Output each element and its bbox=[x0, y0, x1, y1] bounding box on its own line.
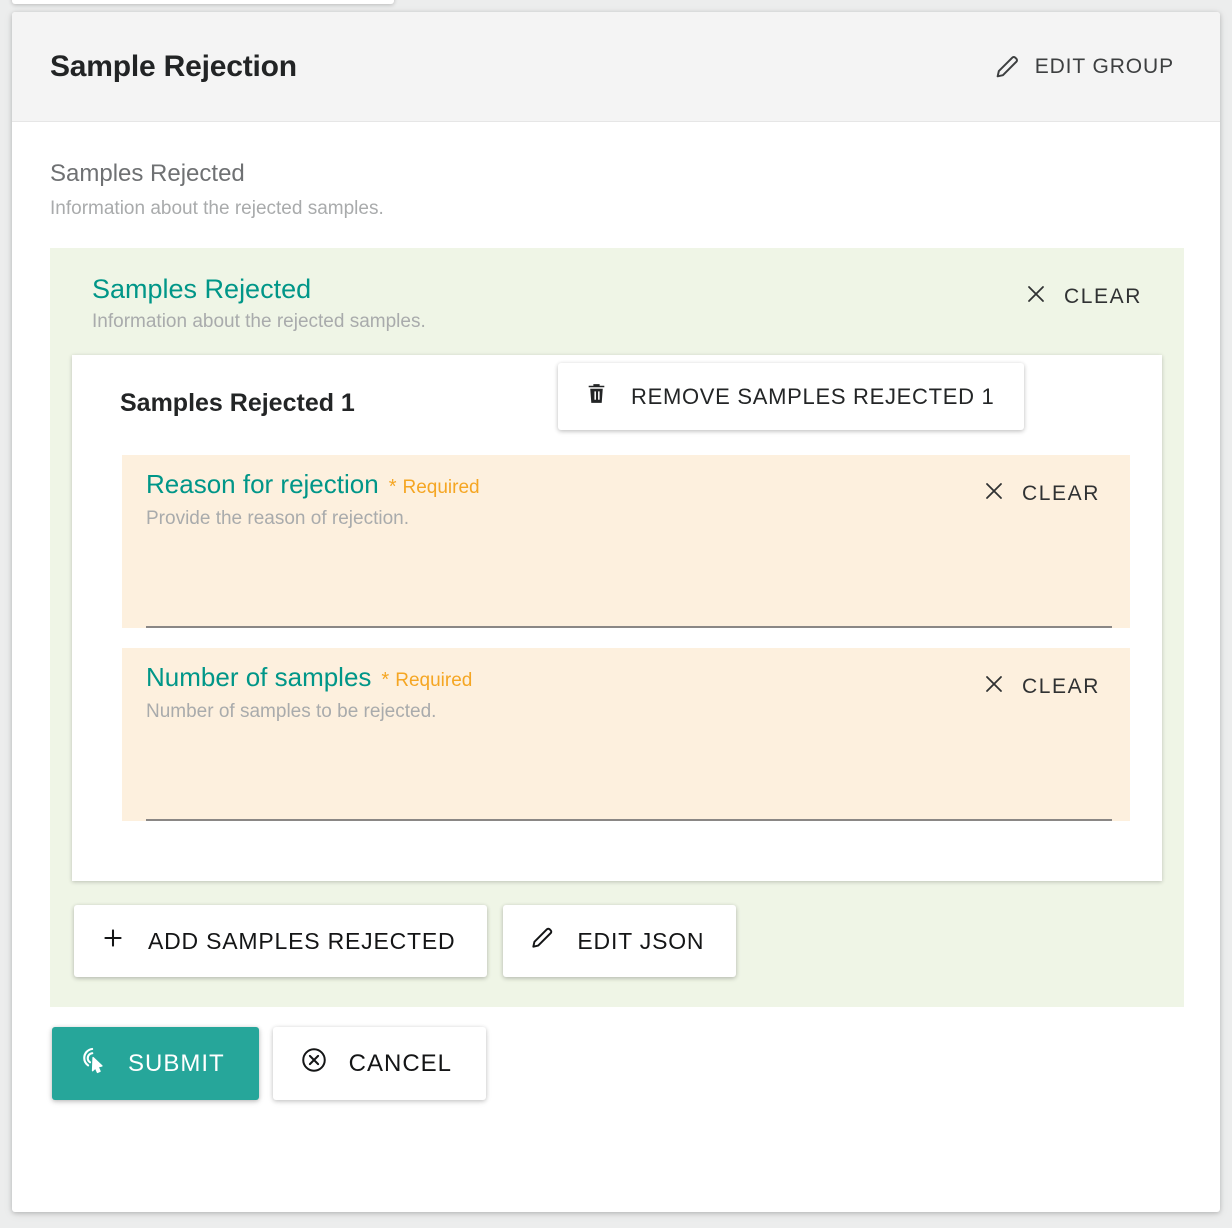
form-actions: SUBMIT CANCEL bbox=[50, 1007, 1184, 1100]
field-label-wrap: Number of samples * Required Number of s… bbox=[146, 662, 472, 723]
field-header: Number of samples * Required Number of s… bbox=[146, 662, 1112, 723]
cancel-circle-icon bbox=[299, 1045, 329, 1082]
close-icon bbox=[982, 672, 1006, 702]
pencil-icon bbox=[993, 53, 1021, 81]
edit-group-label: EDIT GROUP bbox=[1034, 54, 1174, 78]
field-clear-label: CLEAR bbox=[1021, 675, 1100, 698]
trash-icon bbox=[584, 381, 609, 412]
required-text: Required bbox=[395, 670, 473, 691]
panel-header-text: Samples Rejected Information about the r… bbox=[92, 274, 426, 333]
pencil-icon bbox=[529, 925, 555, 957]
field-label: Number of samples bbox=[146, 662, 372, 692]
panel-header: Samples Rejected Information about the r… bbox=[72, 270, 1162, 333]
close-icon bbox=[982, 479, 1006, 509]
edit-json-label: EDIT JSON bbox=[577, 927, 705, 954]
field-clear-button-reason[interactable]: CLEAR bbox=[970, 473, 1112, 515]
field-label-row: Number of samples * Required bbox=[146, 662, 472, 693]
sample-rejection-card: Sample Rejection EDIT GROUP Samples Reje… bbox=[12, 12, 1220, 1212]
field-reason-for-rejection: Reason for rejection * Required Provide … bbox=[122, 455, 1130, 628]
add-samples-rejected-button[interactable]: ADD SAMPLES REJECTED bbox=[74, 905, 488, 977]
item-header: Samples Rejected 1 REMOVE SAMPLES REJECT… bbox=[100, 363, 1134, 455]
background-card-edge bbox=[12, 0, 394, 4]
remove-samples-rejected-button[interactable]: REMOVE SAMPLES REJECTED 1 bbox=[558, 363, 1025, 430]
reason-for-rejection-input[interactable] bbox=[146, 588, 1112, 628]
card-header: Sample Rejection EDIT GROUP bbox=[12, 12, 1220, 122]
required-text: Required bbox=[402, 477, 480, 498]
field-label-row: Reason for rejection * Required bbox=[146, 469, 480, 500]
add-samples-rejected-label: ADD SAMPLES REJECTED bbox=[148, 927, 456, 954]
submit-label: SUBMIT bbox=[128, 1049, 225, 1077]
plus-icon bbox=[100, 925, 126, 957]
field-description: Provide the reason of rejection. bbox=[146, 508, 409, 529]
cancel-button[interactable]: CANCEL bbox=[272, 1027, 487, 1100]
form-actions-wrap: SUBMIT CANCEL bbox=[12, 1007, 1220, 1100]
touch-app-icon bbox=[78, 1045, 108, 1082]
panel-title: Samples Rejected bbox=[92, 274, 312, 304]
required-star: * bbox=[381, 669, 390, 691]
group-title: Samples Rejected bbox=[50, 160, 245, 187]
submit-button[interactable]: SUBMIT bbox=[52, 1027, 259, 1100]
panel-clear-label: CLEAR bbox=[1063, 285, 1142, 308]
field-clear-label: CLEAR bbox=[1021, 482, 1100, 505]
item-title: Samples Rejected 1 bbox=[120, 389, 355, 417]
field-description: Number of samples to be rejected. bbox=[146, 701, 437, 722]
panel-actions: ADD SAMPLES REJECTED EDIT JSON bbox=[72, 905, 1162, 977]
cancel-label: CANCEL bbox=[348, 1049, 453, 1077]
field-header: Reason for rejection * Required Provide … bbox=[146, 469, 1112, 530]
samples-rejected-panel: Samples Rejected Information about the r… bbox=[50, 248, 1184, 1007]
remove-samples-rejected-label: REMOVE SAMPLES REJECTED 1 bbox=[631, 383, 995, 409]
field-label-wrap: Reason for rejection * Required Provide … bbox=[146, 469, 480, 530]
edit-group-button[interactable]: EDIT GROUP bbox=[983, 45, 1184, 89]
group-description: Information about the rejected samples. bbox=[50, 198, 384, 219]
required-star: * bbox=[388, 476, 397, 498]
panel-clear-button[interactable]: CLEAR bbox=[1012, 276, 1154, 318]
edit-json-button[interactable]: EDIT JSON bbox=[503, 905, 737, 977]
samples-rejected-item-card: Samples Rejected 1 REMOVE SAMPLES REJECT… bbox=[72, 355, 1162, 881]
number-of-samples-input[interactable] bbox=[146, 781, 1112, 821]
field-number-of-samples: Number of samples * Required Number of s… bbox=[122, 648, 1130, 821]
field-label: Reason for rejection bbox=[146, 469, 379, 499]
page-title: Sample Rejection bbox=[50, 49, 297, 83]
panel-description: Information about the rejected samples. bbox=[92, 311, 426, 332]
card-body: Samples Rejected Information about the r… bbox=[12, 122, 1220, 1007]
app-page: Sample Rejection EDIT GROUP Samples Reje… bbox=[0, 0, 1232, 1228]
close-icon bbox=[1024, 282, 1048, 312]
field-clear-button-number[interactable]: CLEAR bbox=[970, 666, 1112, 708]
